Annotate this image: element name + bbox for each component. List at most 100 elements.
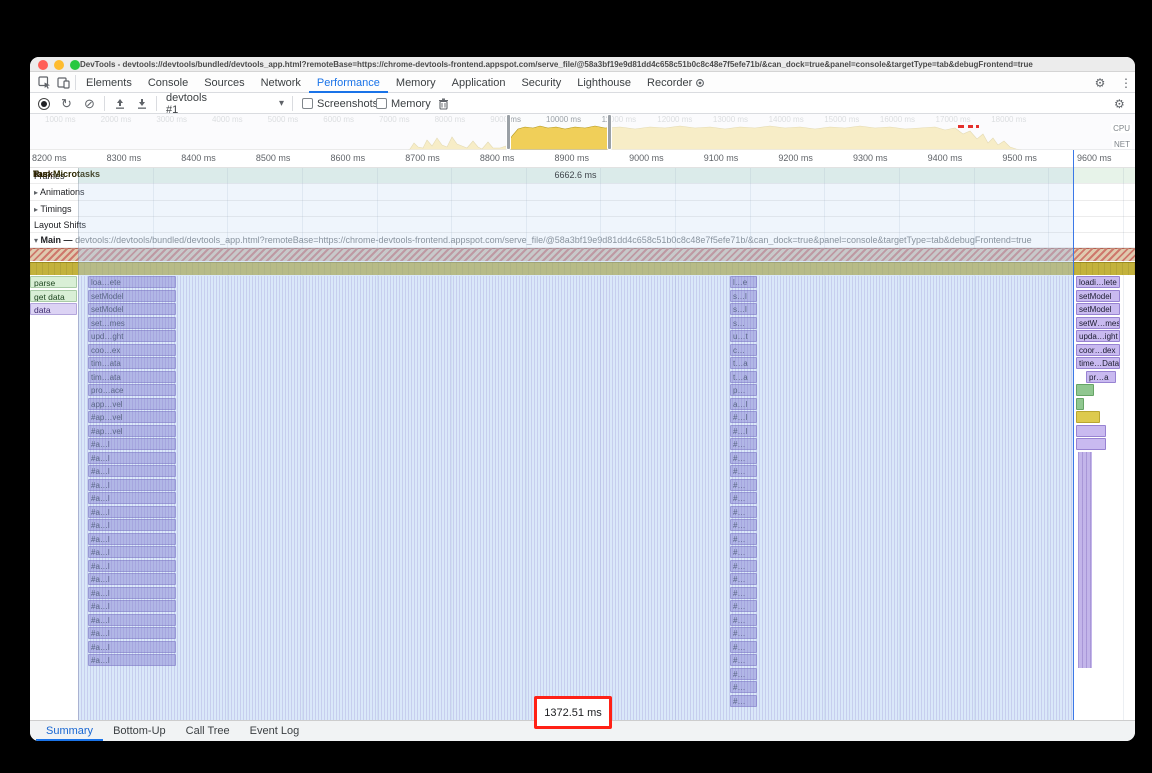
flame-bar[interactable]: #a…l: [88, 641, 176, 653]
close-button[interactable]: [38, 60, 48, 70]
zoom-button[interactable]: [70, 60, 80, 70]
flame-bar[interactable]: [1076, 384, 1094, 396]
tab-recorder[interactable]: Recorder: [639, 72, 713, 93]
bottom-tab-call-tree[interactable]: Call Tree: [176, 721, 240, 741]
flame-bar[interactable]: #…: [730, 506, 757, 518]
capture-settings-button[interactable]: ⚙: [1114, 93, 1125, 114]
flame-bar[interactable]: #ap…vel: [88, 411, 176, 423]
flame-bar[interactable]: time…Data: [1076, 357, 1120, 369]
flame-bar[interactable]: app…vel: [88, 398, 176, 410]
flame-bar[interactable]: #…: [730, 533, 757, 545]
flame-bar[interactable]: #…: [730, 600, 757, 612]
flame-bar[interactable]: upd…ght: [88, 330, 176, 342]
flame-bar[interactable]: #…: [730, 654, 757, 666]
flame-bar[interactable]: #a…l: [88, 479, 176, 491]
layout-shifts-lane[interactable]: Layout Shifts: [30, 217, 1135, 233]
flame-bar[interactable]: a…l: [730, 398, 757, 410]
flame-bar[interactable]: setModel: [88, 290, 176, 302]
flame-bar[interactable]: #ap…vel: [88, 425, 176, 437]
run-microtasks-bar[interactable]: [30, 262, 1135, 275]
flame-bar[interactable]: setModel: [1076, 290, 1120, 302]
animations-lane[interactable]: ▸ Animations: [30, 184, 1135, 201]
flame-bar[interactable]: #…: [730, 614, 757, 626]
flame-bar[interactable]: #…: [730, 641, 757, 653]
minimize-button[interactable]: [54, 60, 64, 70]
flame-bar[interactable]: setModel: [1076, 303, 1120, 315]
flame-bar[interactable]: s…l: [730, 290, 757, 302]
bottom-tab-event-log[interactable]: Event Log: [240, 721, 310, 741]
flame-bar[interactable]: #…: [730, 627, 757, 639]
bottom-tab-summary[interactable]: Summary: [36, 721, 103, 741]
flame-bar[interactable]: [1078, 452, 1092, 668]
flame-bar[interactable]: loadi…lete: [1076, 276, 1120, 288]
record-button[interactable]: [38, 93, 50, 114]
flame-bar[interactable]: #…: [730, 479, 757, 491]
flame-bar[interactable]: #a…l: [88, 560, 176, 572]
flame-bar[interactable]: coor…dex: [1076, 344, 1120, 356]
flame-bar[interactable]: #a…l: [88, 654, 176, 666]
flame-bar[interactable]: s…l: [730, 303, 757, 315]
inspect-icon[interactable]: [36, 75, 52, 90]
flame-bar[interactable]: #a…l: [88, 546, 176, 558]
flame-bar[interactable]: [1076, 425, 1106, 437]
flame-area[interactable]: Frames 6662.6 ms ▸ Animations ▸ Timings …: [30, 168, 1135, 720]
flame-bar[interactable]: #…: [730, 695, 757, 707]
timings-lane[interactable]: ▸ Timings: [30, 201, 1135, 217]
flame-bar[interactable]: setModel: [88, 303, 176, 315]
flame-bar[interactable]: #a…l: [88, 533, 176, 545]
tab-performance[interactable]: Performance: [309, 72, 388, 93]
flame-bar[interactable]: tim…ata: [88, 371, 176, 383]
flame-bar[interactable]: s…: [730, 317, 757, 329]
flame-bar[interactable]: #a…l: [88, 587, 176, 599]
more-options-icon[interactable]: ⋮: [1118, 75, 1134, 90]
flame-bar[interactable]: #a…l: [88, 492, 176, 504]
tab-elements[interactable]: Elements: [78, 72, 140, 93]
settings-gear-icon[interactable]: ⚙: [1092, 75, 1108, 90]
timeline-overview[interactable]: 1000 ms2000 ms3000 ms4000 ms5000 ms6000 …: [30, 114, 1135, 150]
flame-bar[interactable]: l…e: [730, 276, 757, 288]
flame-bar[interactable]: [1076, 438, 1106, 450]
device-toolbar-icon[interactable]: [55, 75, 71, 90]
flame-bar[interactable]: #…: [730, 573, 757, 585]
clear-button[interactable]: ⊘: [84, 93, 95, 114]
flame-bar[interactable]: [1076, 398, 1084, 410]
flame-bar[interactable]: p…: [730, 384, 757, 396]
reload-and-record-button[interactable]: ↻: [61, 93, 72, 114]
flame-bar[interactable]: tim…ata: [88, 357, 176, 369]
gc-trash-button[interactable]: [438, 93, 449, 114]
flame-bar[interactable]: #…: [730, 587, 757, 599]
flame-bar[interactable]: #…l: [730, 425, 757, 437]
selection-left-handle[interactable]: [506, 114, 511, 150]
load-profile-button[interactable]: [114, 93, 126, 114]
flame-bar[interactable]: u…t: [730, 330, 757, 342]
task-bar[interactable]: [30, 248, 1135, 261]
flame-bar[interactable]: loa…ete: [88, 276, 176, 288]
flame-bar[interactable]: [1076, 411, 1100, 423]
flame-bar[interactable]: pr…a: [1086, 371, 1116, 383]
flame-bar[interactable]: #…: [730, 465, 757, 477]
flame-bar[interactable]: #a…l: [88, 438, 176, 450]
selection-edge-line[interactable]: [1073, 150, 1074, 720]
flame-bar[interactable]: #…: [730, 681, 757, 693]
flame-bar[interactable]: t…a: [730, 371, 757, 383]
flame-bar[interactable]: #…l: [730, 411, 757, 423]
flame-bar[interactable]: #a…l: [88, 465, 176, 477]
tab-memory[interactable]: Memory: [388, 72, 444, 93]
main-lane[interactable]: ▾ Main — devtools://devtools/bundled/dev…: [30, 233, 1135, 248]
flame-bar[interactable]: upda…ight: [1076, 330, 1120, 342]
flame-bar[interactable]: #a…l: [88, 614, 176, 626]
selection-right-handle[interactable]: [607, 114, 612, 150]
flame-bar[interactable]: #a…l: [88, 452, 176, 464]
flame-bar[interactable]: #…: [730, 546, 757, 558]
flame-bar[interactable]: t…a: [730, 357, 757, 369]
tab-sources[interactable]: Sources: [196, 72, 252, 93]
flame-bar[interactable]: #a…l: [88, 627, 176, 639]
flame-bar[interactable]: #…: [730, 519, 757, 531]
flame-bar[interactable]: c…: [730, 344, 757, 356]
flame-bar[interactable]: set…mes: [88, 317, 176, 329]
flame-bar[interactable]: setW…mes: [1076, 317, 1120, 329]
tab-console[interactable]: Console: [140, 72, 196, 93]
screenshots-checkbox[interactable]: Screenshots: [302, 93, 378, 114]
tab-lighthouse[interactable]: Lighthouse: [569, 72, 639, 93]
profile-select[interactable]: devtools #1 ▾: [166, 93, 284, 114]
